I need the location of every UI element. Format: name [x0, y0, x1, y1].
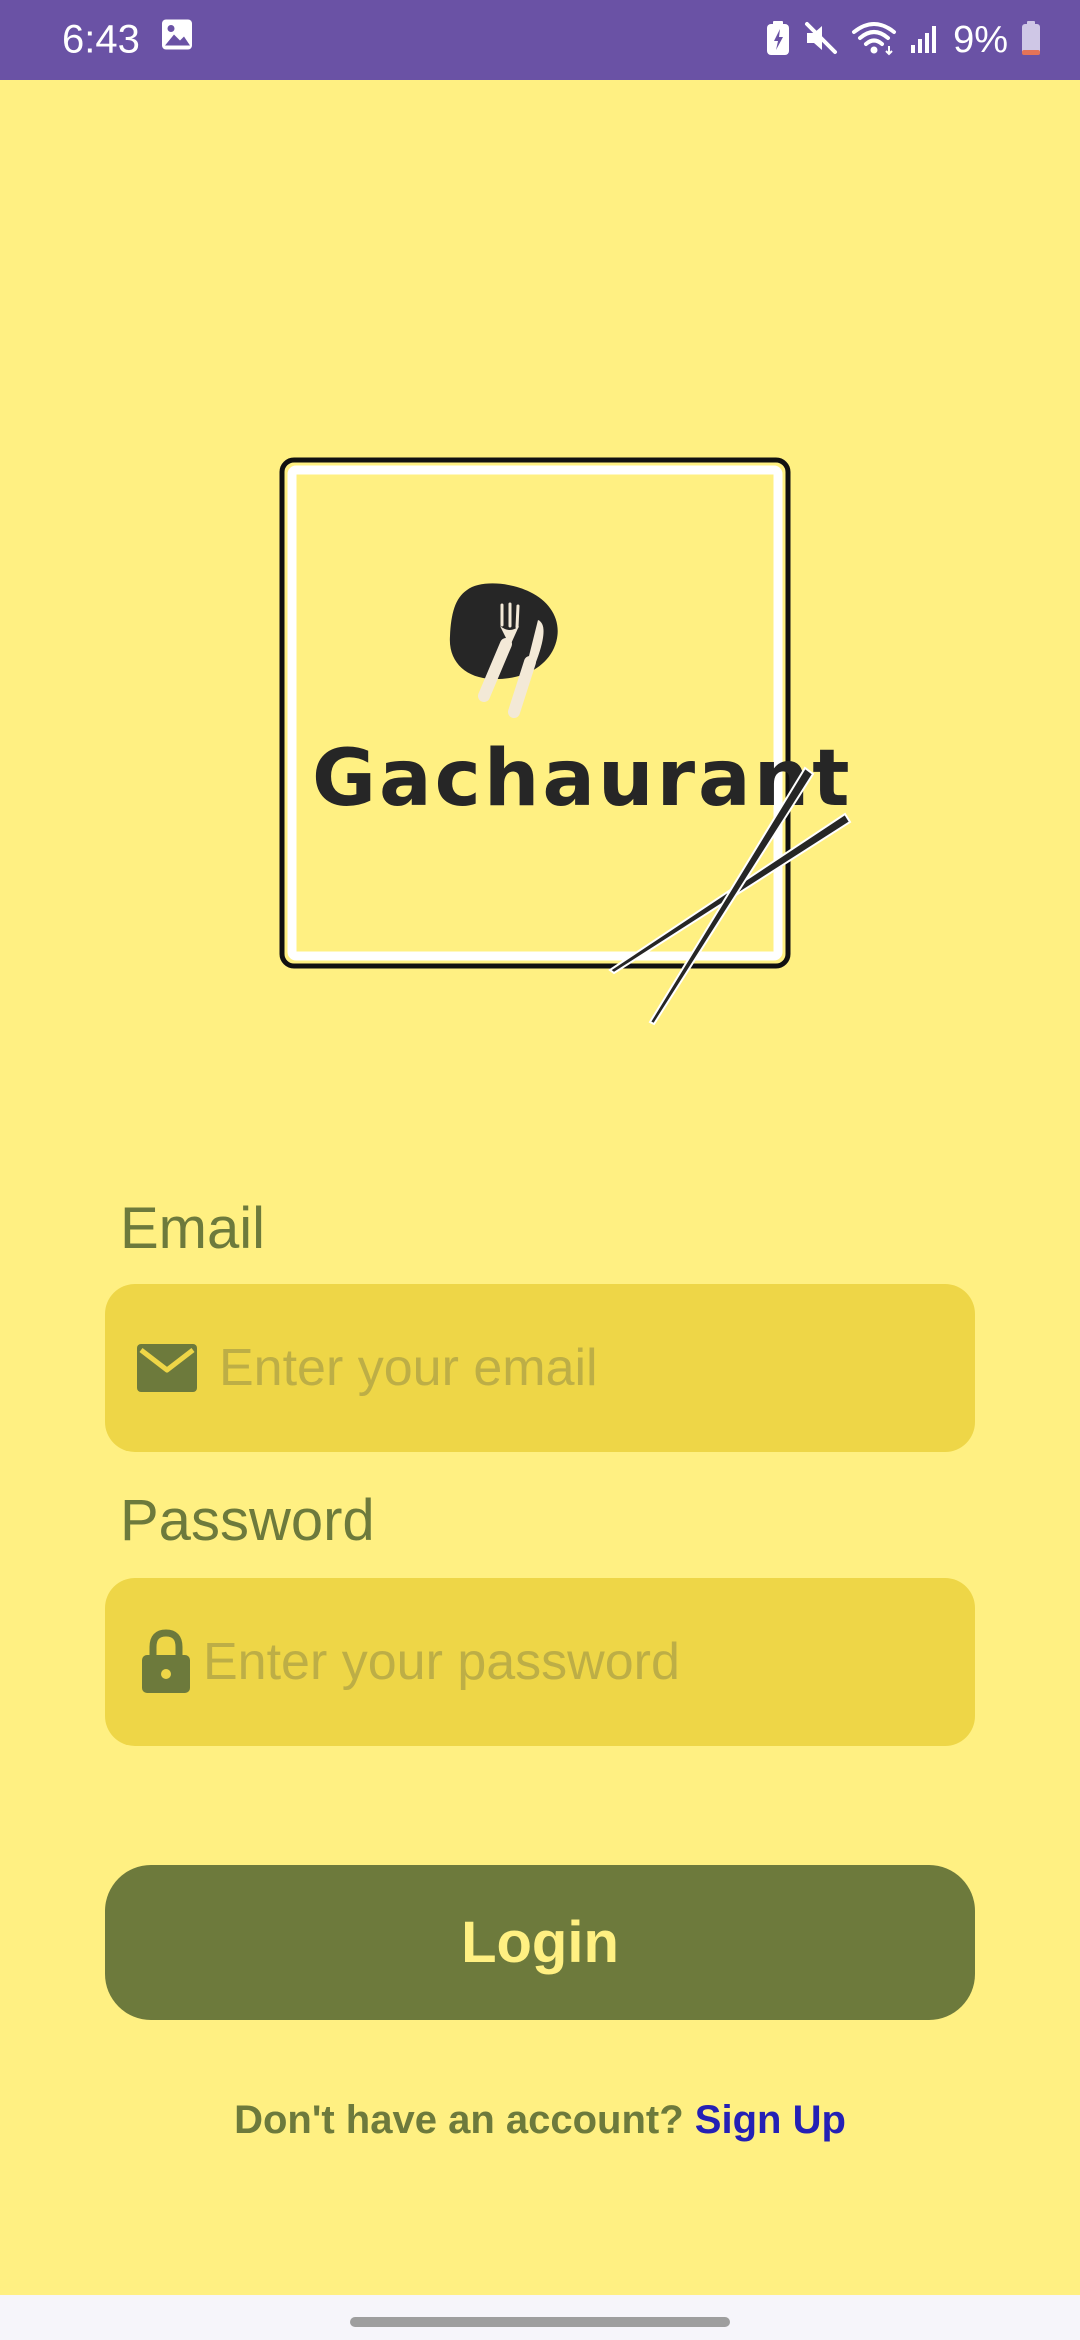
signup-prompt: Don't have an account?: [234, 2098, 684, 2142]
home-gesture-handle[interactable]: [350, 2317, 730, 2327]
login-button[interactable]: Login: [105, 1865, 975, 2020]
email-icon: [135, 1342, 199, 1394]
password-label: Password: [120, 1488, 375, 1553]
battery-saver-icon: [765, 20, 791, 61]
signup-row: Don't have an account? Sign Up: [0, 2098, 1080, 2143]
email-label: Email: [120, 1196, 266, 1261]
brand-wordmark: Gachaurant: [312, 734, 853, 824]
status-icons: 9%: [765, 0, 1042, 80]
mute-icon: [803, 20, 839, 61]
battery-icon: [1020, 20, 1042, 61]
cutlery-icon: [449, 583, 558, 718]
lock-icon: [141, 1629, 191, 1695]
signup-link[interactable]: Sign Up: [695, 2098, 846, 2142]
password-field[interactable]: [105, 1578, 975, 1746]
gallery-icon: [160, 18, 194, 57]
navigation-bar: [0, 2295, 1080, 2340]
email-input[interactable]: [219, 1338, 919, 1398]
status-time: 6:43: [62, 17, 140, 62]
password-input[interactable]: [203, 1632, 903, 1692]
status-bar: 6:43 9%: [0, 0, 1080, 80]
battery-level: 9%: [953, 18, 1008, 61]
app-logo: Gachaurant: [270, 450, 870, 1040]
email-field[interactable]: [105, 1284, 975, 1452]
signal-icon: [909, 21, 941, 60]
wifi-icon: [851, 20, 897, 61]
